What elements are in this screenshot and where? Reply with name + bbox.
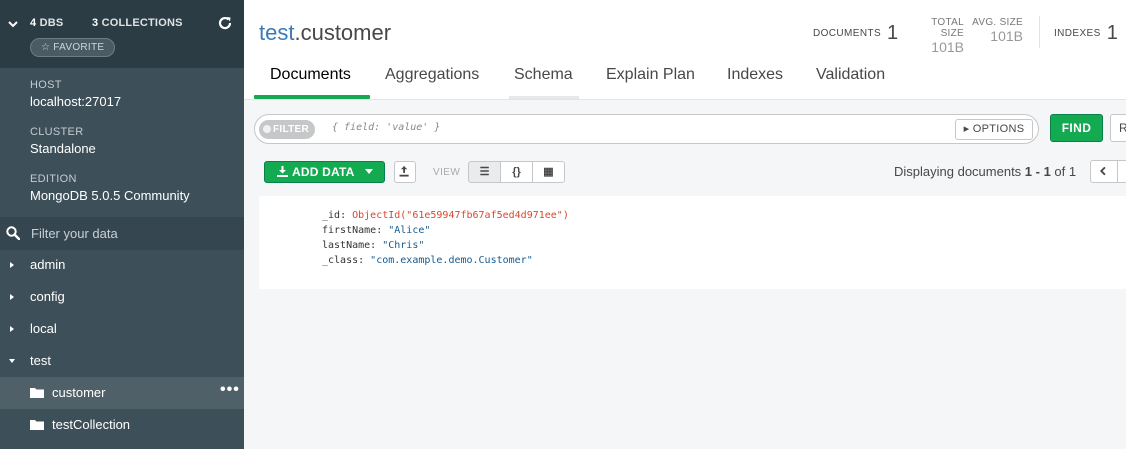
reset-button[interactable]: R: [1110, 114, 1126, 142]
indexes-stat: INDEXES 1: [1054, 22, 1118, 44]
tab-aggregations[interactable]: Aggregations: [385, 66, 479, 99]
document-field: lastName: "Chris": [322, 240, 425, 251]
database-name: admin: [30, 257, 66, 272]
sidebar-item-admin[interactable]: admin: [0, 249, 244, 281]
upload-icon: [399, 166, 409, 177]
info-dot-icon: [263, 125, 271, 133]
namespace-collection: .customer: [294, 20, 392, 45]
view-label: VIEW: [433, 167, 461, 178]
chevron-down-icon[interactable]: [7, 18, 19, 30]
sidebar-filter-input[interactable]: Filter your data: [31, 226, 118, 241]
host-info: HOST localhost:27017: [30, 79, 121, 109]
caret-right-icon: [10, 294, 14, 300]
cluster-value: Standalone: [30, 141, 96, 156]
db-count: 4 DBS: [30, 17, 64, 29]
caret-right-icon: [10, 262, 14, 268]
hover-tab-indicator: [509, 96, 579, 99]
paging-info: Displaying documents 1 - 1 of 1: [894, 164, 1077, 179]
cluster-label: CLUSTER: [30, 126, 84, 138]
list-icon: ☰: [479, 166, 490, 178]
database-name: config: [30, 289, 65, 304]
options-button[interactable]: ▸ OPTIONS: [955, 119, 1033, 140]
database-name: local: [30, 321, 57, 336]
database-name: test: [30, 353, 51, 368]
table-icon: ▦: [543, 166, 554, 178]
export-button[interactable]: [394, 161, 416, 183]
table-view-button[interactable]: ▦: [532, 161, 565, 183]
collection-name: customer: [52, 385, 106, 400]
sidebar-item-testcollection[interactable]: testCollection: [0, 409, 244, 441]
main-panel: test.customer DOCUMENTS 1 TOTAL SIZE 101B…: [244, 0, 1126, 449]
braces-icon: {}: [512, 166, 521, 178]
list-view-button[interactable]: ☰: [468, 161, 501, 183]
documents-stat: DOCUMENTS 1: [813, 22, 899, 44]
download-icon: [277, 166, 288, 177]
filter-input[interactable]: { field: 'value' }: [332, 122, 440, 133]
document-field: _class: "com.example.demo.Customer": [322, 255, 533, 266]
sidebar-item-local[interactable]: local: [0, 313, 244, 345]
sidebar-filter[interactable]: Filter your data: [0, 217, 244, 250]
json-view-button[interactable]: {}: [500, 161, 533, 183]
total-size-stat: TOTAL SIZE 101B: [931, 17, 964, 55]
more-options-icon[interactable]: •••: [220, 381, 240, 399]
active-tab-indicator: [254, 95, 370, 99]
stats-divider: [1039, 16, 1040, 48]
instance-stats-bar: 4 DBS 3 COLLECTIONS ☆ FAVORITE: [0, 0, 244, 68]
star-icon: ☆: [41, 42, 51, 53]
collection-count: 3 COLLECTIONS: [92, 17, 183, 29]
next-page-button[interactable]: [1117, 160, 1126, 183]
search-icon: [6, 226, 20, 240]
cluster-info: CLUSTER Standalone: [30, 126, 96, 156]
tab-validation[interactable]: Validation: [816, 66, 885, 99]
sidebar-item-customer[interactable]: customer •••: [0, 377, 244, 409]
filter-pill: FILTER: [259, 120, 316, 139]
find-button[interactable]: FIND: [1050, 114, 1103, 142]
collection-header: test.customer DOCUMENTS 1 TOTAL SIZE 101B…: [244, 0, 1126, 100]
folder-icon: [30, 388, 44, 398]
document-field: _id: ObjectId("61e59947fb67af5ed4d971ee"…: [322, 210, 569, 221]
previous-page-button[interactable]: [1090, 160, 1118, 183]
favorite-button[interactable]: ☆ FAVORITE: [30, 38, 116, 57]
document-field: firstName: "Alice": [322, 225, 431, 236]
namespace-title: test.customer: [259, 20, 391, 46]
host-value: localhost:27017: [30, 94, 122, 109]
caret-right-icon: [10, 326, 14, 332]
sidebar-item-test[interactable]: test: [0, 345, 244, 377]
edition-value: MongoDB 5.0.5 Community: [30, 188, 190, 203]
sidebar-item-config[interactable]: config: [0, 281, 244, 313]
folder-icon: [30, 420, 44, 430]
document-card: _id: ObjectId("61e59947fb67af5ed4d971ee"…: [259, 196, 1126, 289]
tab-schema[interactable]: Schema: [514, 66, 573, 99]
collection-name: testCollection: [52, 417, 131, 432]
caret-down-icon: [9, 359, 15, 363]
avg-size-stat: AVG. SIZE 101B: [972, 17, 1023, 44]
sidebar: 4 DBS 3 COLLECTIONS ☆ FAVORITE HOST local…: [0, 0, 244, 449]
tab-indexes[interactable]: Indexes: [727, 66, 783, 99]
caret-down-icon: [365, 169, 373, 174]
chevron-left-icon: [1099, 166, 1106, 176]
view-toggle-group: ☰ {} ▦: [468, 161, 565, 183]
refresh-icon[interactable]: [217, 15, 233, 31]
edition-label: EDITION: [30, 173, 77, 185]
add-data-button[interactable]: ADD DATA: [264, 161, 385, 183]
edition-info: EDITION MongoDB 5.0.5 Community: [30, 173, 190, 203]
host-label: HOST: [30, 79, 62, 91]
tab-explain-plan[interactable]: Explain Plan: [606, 66, 695, 99]
namespace-db[interactable]: test: [259, 20, 294, 45]
query-bar: FILTER { field: 'value' } ▸ OPTIONS: [254, 114, 1039, 144]
